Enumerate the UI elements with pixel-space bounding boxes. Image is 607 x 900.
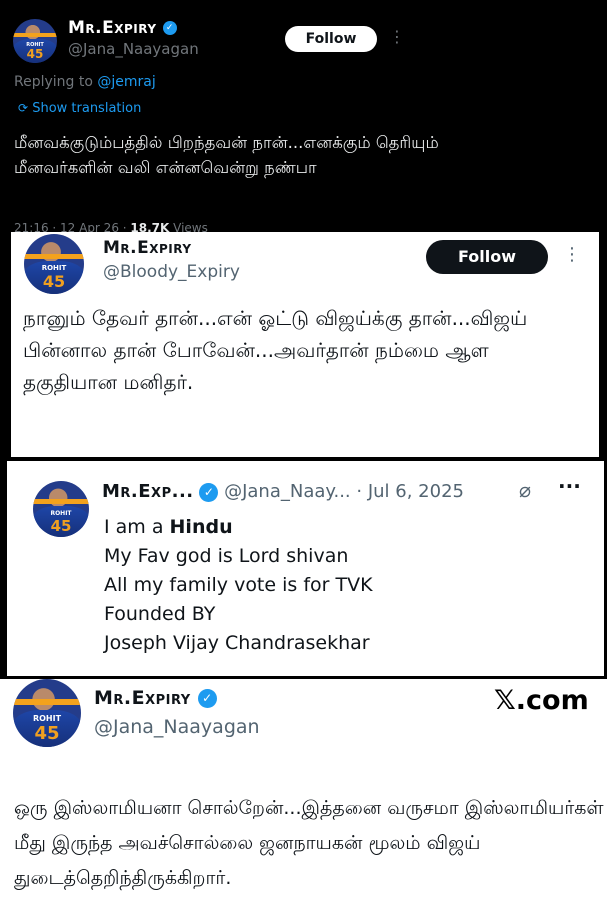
tweet-line: I am a Hindu	[104, 513, 373, 542]
jersey-name: ROHIT	[41, 264, 67, 272]
translate-icon: ⟳	[18, 101, 29, 115]
display-name-text: Mr.Expiry	[94, 687, 191, 709]
user-handle[interactable]: @Jana_Naayagan	[68, 40, 199, 58]
jersey-band	[33, 499, 89, 504]
view-count: 18.7K	[130, 221, 170, 232]
avatar[interactable]: ROHIT 45	[13, 19, 57, 63]
avatar[interactable]: ROHIT 45	[33, 481, 89, 537]
avatar[interactable]: ROHIT 45	[13, 679, 81, 747]
display-name[interactable]: Mr.Expiry	[103, 238, 192, 258]
tweet-reply-dark: ROHIT 45 Mr.Expiry ✓ @Jana_Naayagan Foll…	[0, 0, 607, 232]
display-name[interactable]: Mr.Exp...	[102, 481, 194, 502]
tweet-line: All my family vote is for TVK	[104, 574, 373, 596]
display-name-text: Mr.Expiry	[68, 18, 157, 38]
more-options-icon[interactable]: ⋮	[563, 244, 581, 265]
jersey-band	[13, 33, 57, 37]
tweet-text: மீனவக்குடும்பத்தில் பிறந்தவன் நான்...எனக…	[14, 133, 439, 177]
jersey-number: 45	[26, 47, 44, 61]
jersey-number: 45	[34, 723, 60, 744]
tweet-screenshot-bloody: ROHIT 45 Mr.Expiry @Bloody_Expiry Follow…	[11, 232, 599, 457]
user-handle[interactable]: @Bloody_Expiry	[103, 262, 240, 282]
replying-to-link[interactable]: @jemraj	[97, 74, 155, 90]
avatar[interactable]: ROHIT 45	[24, 234, 84, 294]
show-translation-label: Show translation	[32, 101, 142, 116]
tweet-line: My Fav god is Lord shivan	[104, 545, 349, 567]
grok-icon[interactable]: ⌀	[519, 478, 531, 502]
xcom-watermark: 𝕏.com	[494, 685, 589, 716]
display-name[interactable]: Mr.Expiry ✓	[68, 18, 177, 38]
tweet-text: ஒரு இஸ்லாமியனா சொல்றேன்...இத்தனை வருசமா …	[14, 797, 604, 889]
jersey-name: ROHIT	[50, 510, 72, 517]
jersey-number: 45	[42, 272, 66, 291]
jersey-number: 45	[50, 517, 72, 535]
tweet-line: Founded BY	[104, 603, 216, 625]
tweet-line-text: I am a	[104, 516, 170, 538]
follow-button[interactable]: Follow	[285, 26, 377, 52]
tweet-text: நானும் தேவர் தான்...என் ஓட்டு விஜய்க்கு …	[23, 306, 528, 394]
verified-badge-icon: ✓	[197, 689, 217, 708]
tweet-header: Mr.Exp... ✓ @Jana_Naay... · Jul 6, 2025	[102, 481, 464, 502]
jersey-band	[24, 254, 84, 259]
tweet-screenshot-xcom: ROHIT 45 Mr.Expiry ✓ @Jana_Naayagan 𝕏.co…	[0, 679, 607, 900]
tweet-text: I am a Hindu My Fav god is Lord shivan A…	[104, 513, 373, 658]
tweet-line: Joseph Vijay Chandrasekhar	[104, 632, 370, 654]
views-suffix: Views	[169, 221, 208, 232]
replying-prefix: Replying to	[14, 74, 98, 90]
more-options-icon[interactable]: ⋮	[389, 27, 405, 46]
user-handle[interactable]: @Jana_Naayagan	[94, 716, 260, 738]
more-options-icon[interactable]: ···	[558, 474, 581, 498]
jersey-name: ROHIT	[32, 714, 62, 723]
tweet-date[interactable]: · Jul 6, 2025	[356, 481, 464, 502]
replying-to: Replying to @jemraj	[14, 74, 156, 90]
follow-button[interactable]: Follow	[426, 240, 548, 274]
tweet-meta: 21:16 · 12 Apr 26 · 18.7K Views	[14, 221, 208, 232]
tweet-screenshot-hindu: ROHIT 45 Mr.Exp... ✓ @Jana_Naay... · Jul…	[7, 461, 604, 676]
tweet-timestamp[interactable]: 21:16 · 12 Apr 26 ·	[14, 221, 130, 232]
show-translation-link[interactable]: ⟳ Show translation	[18, 101, 141, 116]
verified-badge-icon: ✓	[199, 482, 219, 502]
verified-badge-icon: ✓	[162, 21, 177, 35]
display-name[interactable]: Mr.Expiry ✓	[94, 687, 217, 709]
tweet-line-bold: Hindu	[169, 516, 233, 538]
user-handle[interactable]: @Jana_Naay...	[224, 481, 351, 502]
jersey-band	[13, 699, 81, 705]
